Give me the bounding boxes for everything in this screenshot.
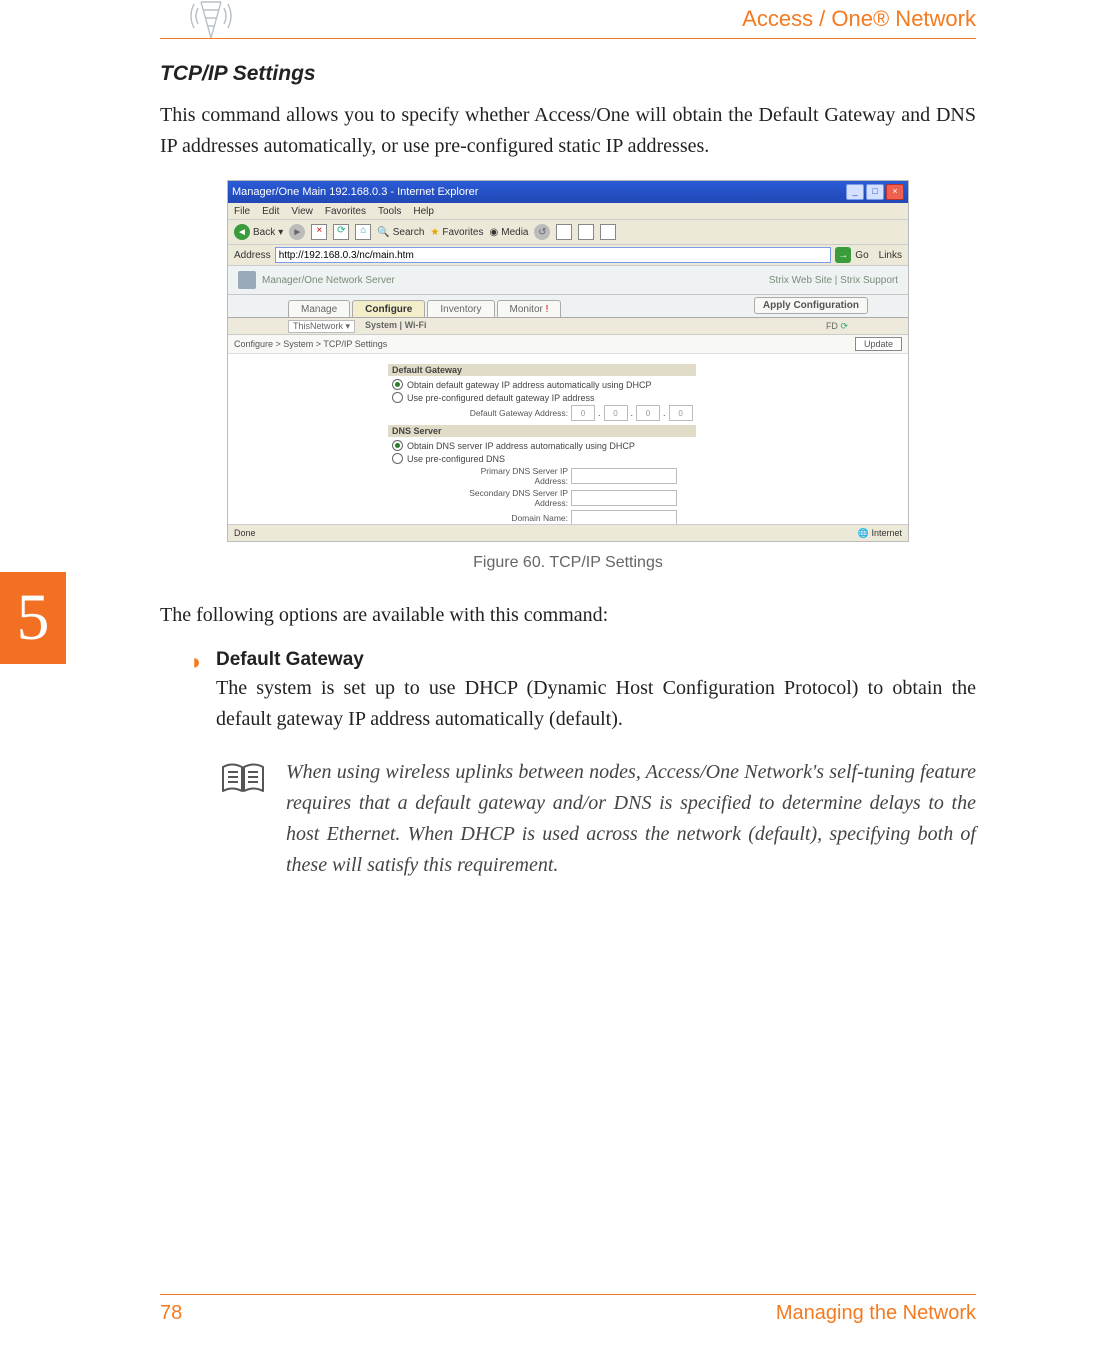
status-left: Done	[234, 528, 256, 538]
media-icon[interactable]: ◉	[490, 227, 499, 238]
header-rule	[160, 38, 976, 39]
print-icon[interactable]	[578, 224, 594, 240]
gateway-octet-2[interactable]	[604, 405, 628, 421]
breadcrumb: Configure > System > TCP/IP Settings	[234, 339, 387, 349]
address-input[interactable]	[275, 247, 832, 263]
option-title: Default Gateway	[216, 649, 976, 671]
home-icon[interactable]: ⌂	[355, 224, 371, 240]
gateway-static-radio[interactable]	[392, 392, 403, 403]
stop-icon[interactable]: ×	[311, 224, 327, 240]
dns-section-header: DNS Server	[388, 425, 696, 437]
tab-manage[interactable]: Manage	[288, 300, 350, 317]
gateway-octet-1[interactable]	[571, 405, 595, 421]
update-button[interactable]: Update	[855, 337, 902, 351]
footer-rule	[160, 1294, 976, 1295]
app-logo-icon	[238, 271, 256, 289]
option-text: The system is set up to use DHCP (Dynami…	[216, 673, 976, 735]
intro-paragraph: This command allows you to specify wheth…	[160, 100, 976, 162]
secondary-dns-label: Secondary DNS Server IP Address:	[448, 488, 568, 508]
browser-menubar[interactable]: File Edit View Favorites Tools Help	[228, 203, 908, 220]
address-label: Address	[234, 250, 271, 261]
gateway-octet-3[interactable]	[636, 405, 660, 421]
app-title: Manager/One Network Server	[262, 275, 395, 286]
gateway-dhcp-radio[interactable]	[392, 379, 403, 390]
history-icon[interactable]: ↺	[534, 224, 550, 240]
chapter-tab: 5	[0, 572, 66, 664]
edit-icon[interactable]	[600, 224, 616, 240]
mail-icon[interactable]	[556, 224, 572, 240]
bullet-icon: ◗	[190, 649, 204, 735]
status-right: Internet	[871, 528, 902, 538]
search-icon[interactable]: 🔍	[377, 227, 389, 238]
go-label: Go	[855, 250, 868, 261]
book-icon	[220, 761, 266, 795]
gateway-section-header: Default Gateway	[388, 364, 696, 376]
links-label[interactable]: Links	[879, 250, 902, 261]
section-title: TCP/IP Settings	[160, 62, 976, 86]
window-title: Manager/One Main 192.168.0.3 - Internet …	[232, 186, 478, 198]
primary-dns-input[interactable]	[571, 468, 677, 484]
header-brand: Access / One® Network	[742, 6, 976, 32]
refresh-icon[interactable]: ⟳	[333, 224, 349, 240]
refresh-small-icon[interactable]: ⟳	[840, 321, 848, 331]
domain-name-label: Domain Name:	[448, 513, 568, 523]
footer-title: Managing the Network	[776, 1302, 976, 1325]
tab-configure[interactable]: Configure	[352, 300, 425, 317]
note-text: When using wireless uplinks between node…	[286, 757, 976, 881]
following-options-line: The following options are available with…	[160, 600, 976, 631]
apply-configuration-button[interactable]: Apply Configuration	[754, 297, 868, 314]
back-icon[interactable]: ◄	[234, 224, 250, 240]
gateway-address-label: Default Gateway Address:	[448, 408, 568, 418]
maximize-button[interactable]: □	[866, 184, 884, 200]
gateway-octet-4[interactable]	[669, 405, 693, 421]
dns-dhcp-radio[interactable]	[392, 440, 403, 451]
go-button[interactable]: →	[835, 247, 851, 263]
secondary-dns-input[interactable]	[571, 490, 677, 506]
forward-icon[interactable]: ►	[289, 224, 305, 240]
primary-dns-label: Primary DNS Server IP Address:	[448, 466, 568, 486]
app-header-links[interactable]: Strix Web Site | Strix Support	[769, 275, 898, 286]
page-number: 78	[160, 1302, 182, 1325]
screenshot-frame: Manager/One Main 192.168.0.3 - Internet …	[227, 180, 909, 542]
internet-zone-icon: 🌐	[858, 528, 869, 538]
tower-logo-icon	[186, 0, 236, 40]
figure-caption: Figure 60. TCP/IP Settings	[160, 554, 976, 572]
close-button[interactable]: ×	[886, 184, 904, 200]
minimize-button[interactable]: _	[846, 184, 864, 200]
favorites-icon[interactable]: ★	[430, 227, 439, 238]
tab-monitor[interactable]: Monitor !	[497, 300, 562, 317]
tab-inventory[interactable]: Inventory	[427, 300, 494, 317]
browser-toolbar[interactable]: ◄Back ▾ ► × ⟳ ⌂ 🔍Search ★Favorites ◉Medi…	[228, 220, 908, 245]
dns-static-radio[interactable]	[392, 453, 403, 464]
